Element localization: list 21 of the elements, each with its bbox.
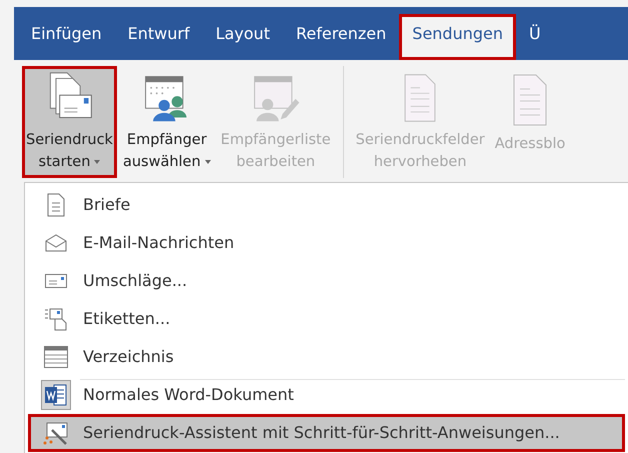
- menu-item[interactable]: Umschläge...: [28, 262, 625, 300]
- list-icon: [43, 345, 69, 369]
- menu-item[interactable]: E-Mail-Nachrichten: [28, 224, 625, 262]
- wizard-icon: [43, 421, 69, 445]
- document-icon: [46, 193, 66, 217]
- ribbon-button[interactable]: Seriendruck starten: [22, 66, 117, 178]
- ribbon-tab[interactable]: Entwurf: [114, 14, 203, 60]
- ribbon-tab[interactable]: Einfügen: [18, 14, 115, 60]
- ribbon-tab[interactable]: Ü: [516, 14, 554, 60]
- ribbon-tab[interactable]: Referenzen: [282, 14, 400, 60]
- menu-item[interactable]: Verzeichnis: [28, 338, 625, 376]
- menu-item[interactable]: Etiketten...: [28, 300, 625, 338]
- word-document-icon: [41, 380, 71, 410]
- open-envelope-icon: [44, 233, 68, 253]
- ribbon-tab[interactable]: Sendungen: [399, 14, 516, 60]
- ribbon-button[interactable]: Empfänger auswählen: [118, 66, 215, 178]
- ribbon-tab[interactable]: Layout: [202, 14, 283, 60]
- labels-icon: [44, 307, 68, 331]
- envelope-icon: [44, 272, 68, 290]
- menu-item[interactable]: Seriendruck-Assistent mit Schritt-für-Schritt-Anweisungen...: [28, 414, 625, 452]
- menu-item[interactable]: Briefe: [28, 186, 625, 224]
